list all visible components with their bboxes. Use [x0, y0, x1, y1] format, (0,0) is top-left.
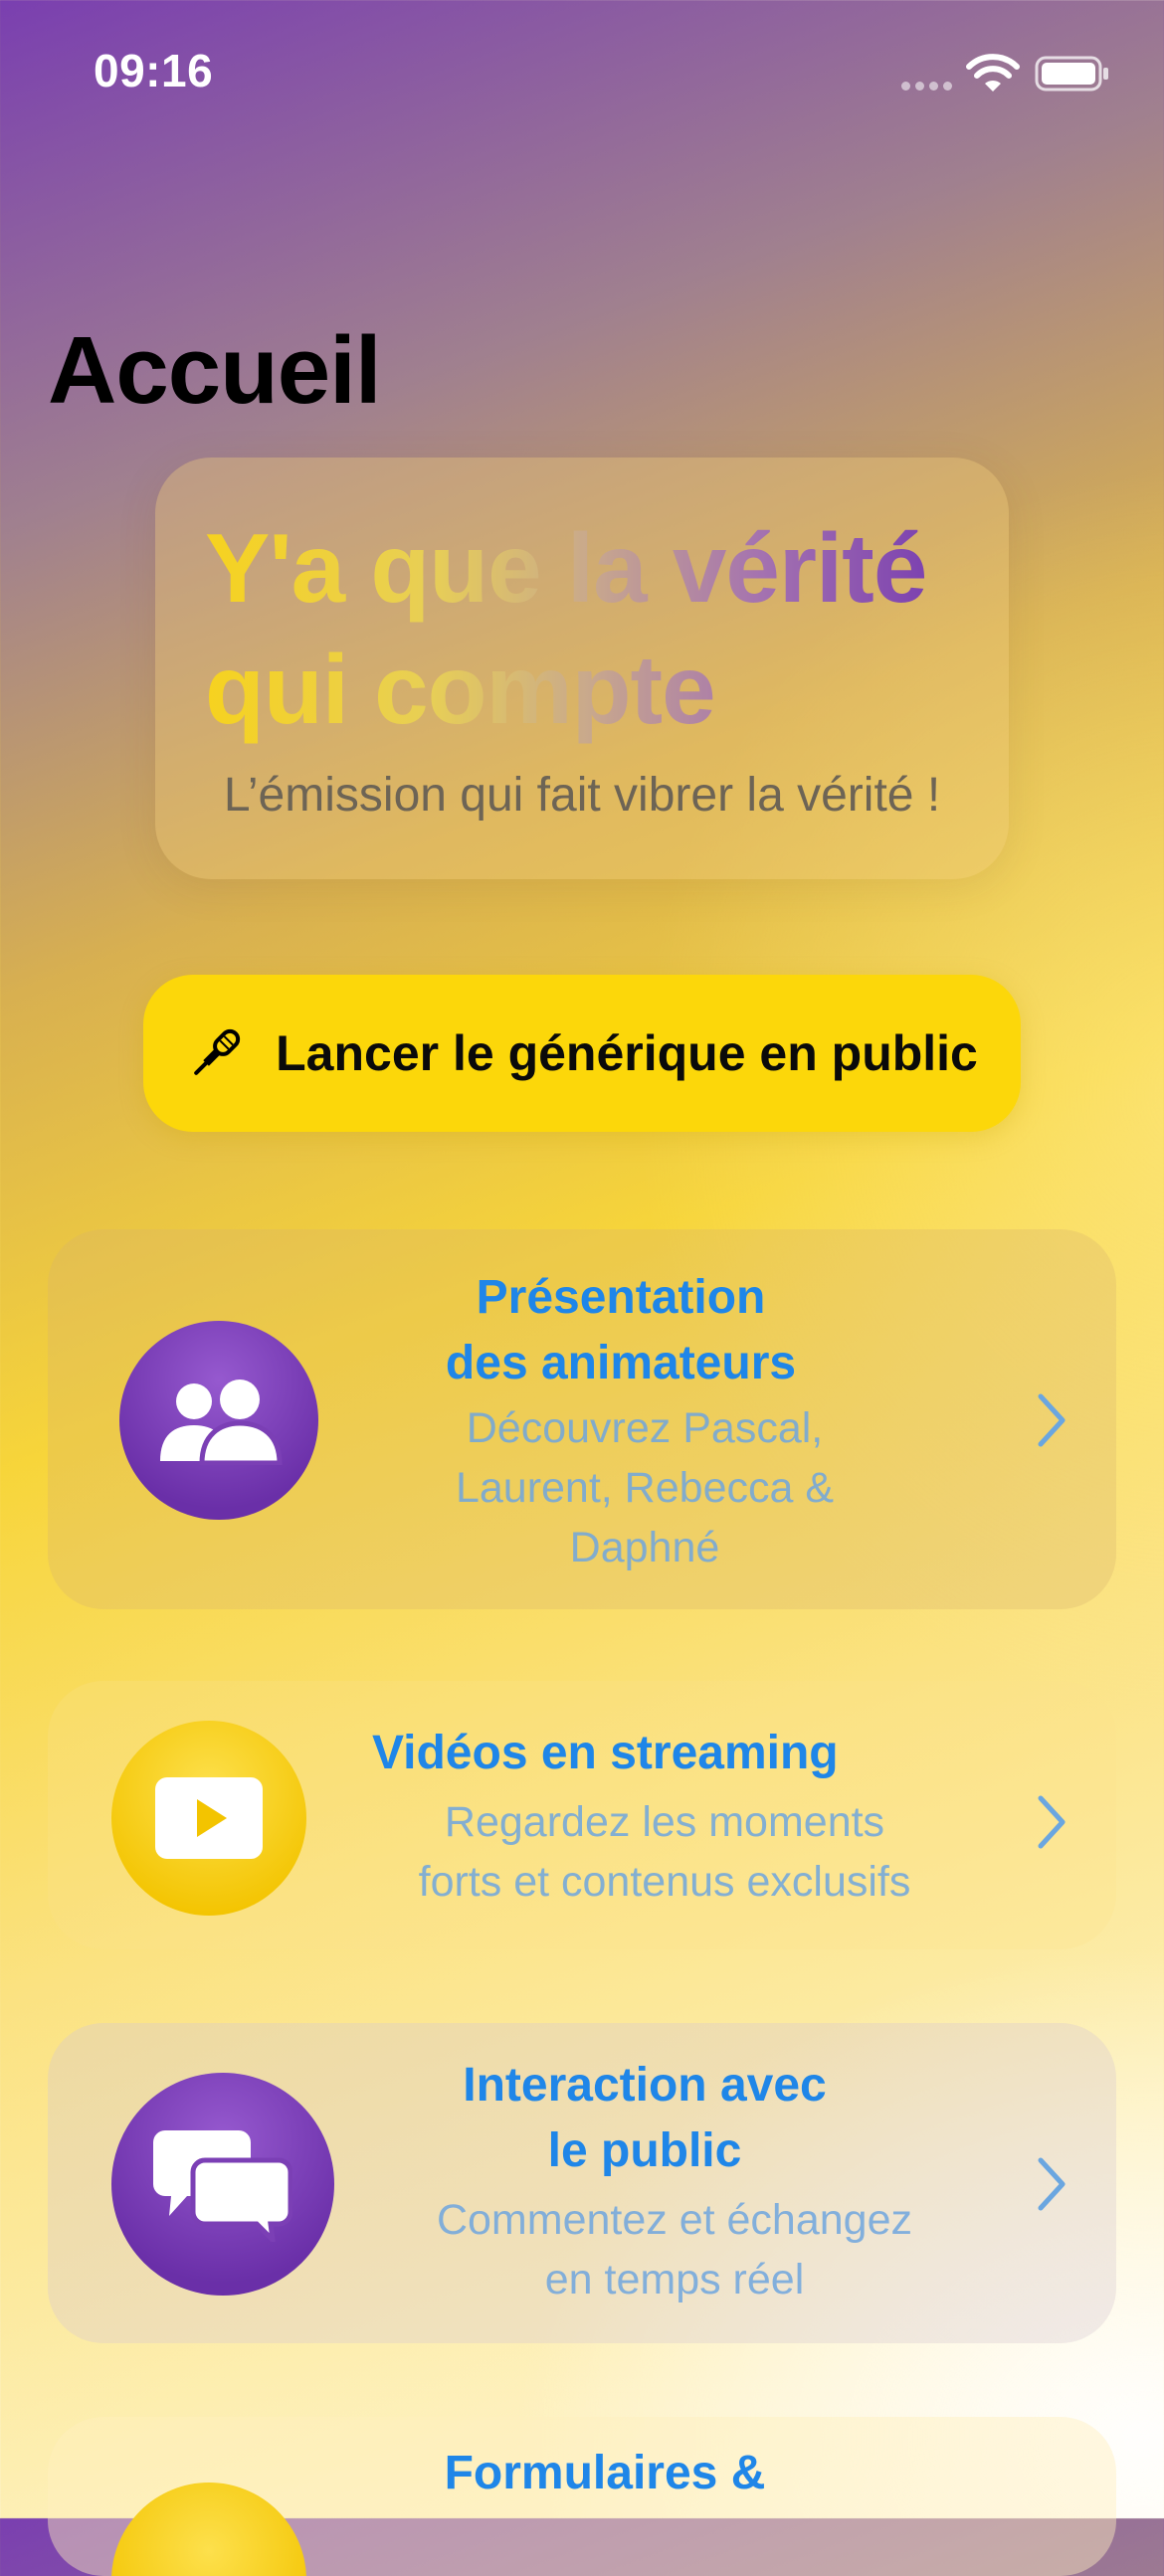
play-icon — [155, 1777, 263, 1859]
hero-title: Y'a que la vérité qui compte — [205, 507, 1001, 750]
battery-icon — [1035, 56, 1108, 92]
card-hosts[interactable]: Présentation des animateurs Découvrez Pas… — [48, 1229, 1116, 1609]
streaming-description: Regardez les moments forts et contenus ex… — [418, 1798, 911, 1906]
interaction-description: Commentez et échangez en temps réel — [436, 2196, 913, 2303]
status-time: 09:16 — [94, 45, 214, 96]
launch-theme-button[interactable]: Lancer le générique en public — [143, 975, 1021, 1132]
wifi-icon — [966, 54, 1020, 92]
hero-subtitle: L’émission qui fait vibrer la vérité ! — [223, 769, 941, 822]
forms-title: Formulaires & — [444, 2447, 766, 2499]
interaction-icon-circle — [111, 2073, 334, 2296]
chevron-right-icon — [1038, 1393, 1066, 1447]
cellular-signal-icon — [901, 82, 953, 92]
card-streaming[interactable]: Vidéos en streaming Regardez les moments… — [48, 1681, 1116, 1949]
card-forms[interactable]: Formulaires & — [48, 2417, 1116, 2576]
microphone-icon — [194, 1028, 241, 1075]
streaming-icon-circle — [111, 1721, 306, 1916]
people-icon — [160, 1380, 283, 1465]
hosts-icon-circle — [119, 1321, 318, 1520]
chevron-right-icon — [1038, 1795, 1066, 1849]
streaming-title: Vidéos en streaming — [372, 1727, 839, 1779]
page-title: Accueil — [48, 317, 381, 424]
forms-icon-circle — [111, 2483, 306, 2576]
interaction-title: Interaction avec le public — [463, 2059, 827, 2177]
chevron-right-icon — [1038, 2157, 1066, 2211]
hosts-description: Découvrez Pascal, Laurent, Rebecca & Daphn… — [455, 1404, 835, 1571]
chat-bubbles-icon — [153, 2130, 292, 2242]
hosts-title: Présentation des animateurs — [445, 1271, 797, 1389]
card-interaction[interactable]: Interaction avec le public Commentez et é… — [48, 2023, 1116, 2343]
launch-theme-label: Lancer le générique en public — [276, 1025, 978, 1081]
